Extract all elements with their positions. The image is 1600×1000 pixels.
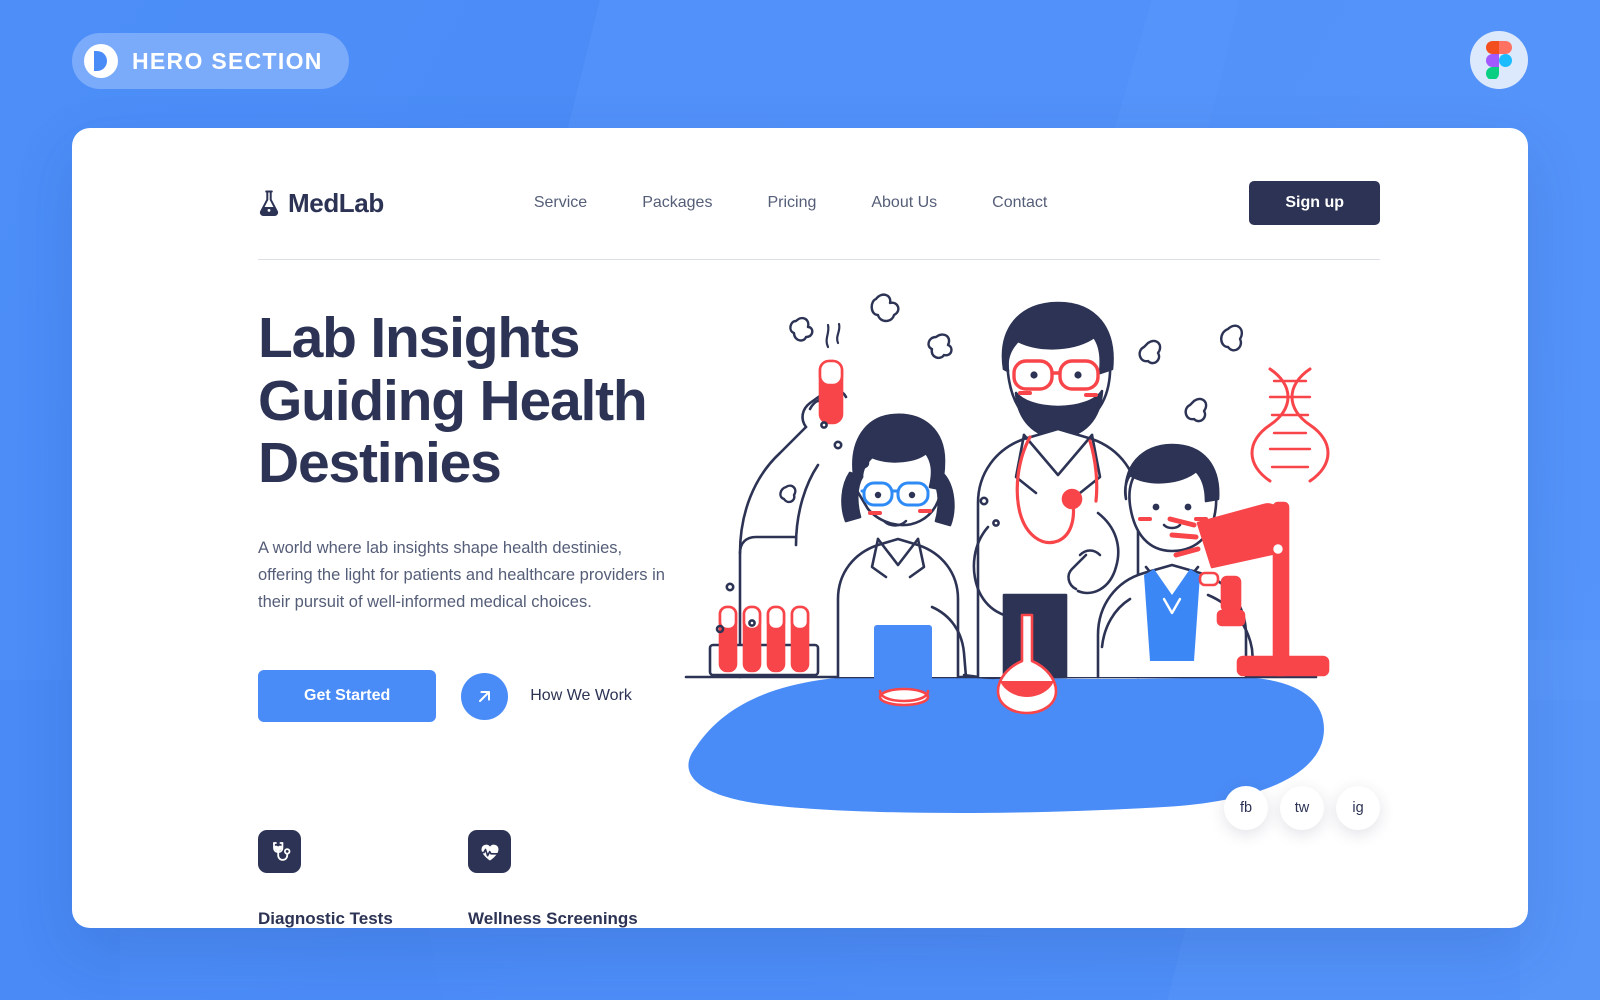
arrow-up-right-icon bbox=[479, 690, 491, 702]
figma-glyph bbox=[1486, 41, 1512, 79]
heart-pulse-icon bbox=[468, 830, 511, 874]
figma-logo-icon bbox=[1470, 31, 1528, 89]
nav-divider bbox=[258, 259, 1380, 260]
hero-subcopy: A world where lab insights shape health … bbox=[258, 539, 665, 611]
hero-text-column: Lab Insights Guiding Health Destinies A … bbox=[258, 307, 678, 928]
headline-line-3: Destinies bbox=[258, 431, 502, 496]
cta-row: Get Started How We Work bbox=[258, 670, 678, 723]
hero-illustration-column bbox=[684, 293, 1380, 928]
hero-body: Lab Insights Guiding Health Destinies A … bbox=[258, 293, 1380, 928]
stethoscope-icon bbox=[258, 830, 301, 874]
social-links: fb tw ig bbox=[1224, 786, 1380, 830]
social-button-instagram[interactable]: ig bbox=[1336, 786, 1380, 830]
signup-button[interactable]: Sign up bbox=[1249, 181, 1380, 225]
feature-title: Diagnostic Tests bbox=[258, 909, 393, 928]
how-we-work-label[interactable]: How We Work bbox=[530, 687, 632, 705]
headline-line-2: Guiding Health bbox=[258, 368, 648, 433]
get-started-button[interactable]: Get Started bbox=[258, 670, 437, 723]
hero-card: MedLab Service Packages Pricing About Us… bbox=[72, 128, 1528, 928]
hero-badge-label: HERO SECTION bbox=[132, 47, 323, 74]
navbar: MedLab Service Packages Pricing About Us… bbox=[258, 168, 1380, 238]
flask-icon bbox=[259, 190, 279, 216]
nav-link-contact[interactable]: Contact bbox=[992, 194, 1047, 212]
how-we-work-button[interactable] bbox=[461, 672, 509, 720]
nav-link-pricing[interactable]: Pricing bbox=[767, 194, 816, 212]
circle-p-logo-icon bbox=[84, 44, 118, 78]
social-button-facebook[interactable]: fb bbox=[1224, 786, 1268, 830]
three-lab-scientists-illustration bbox=[684, 293, 1330, 813]
heart-pulse-glyph bbox=[478, 844, 500, 861]
nav-link-service[interactable]: Service bbox=[534, 194, 587, 212]
hero-section-badge: HERO SECTION bbox=[72, 33, 349, 89]
brand-logo[interactable]: MedLab bbox=[258, 188, 384, 219]
page-title: Lab Insights Guiding Health Destinies bbox=[258, 307, 678, 495]
nav-links: Service Packages Pricing About Us Contac… bbox=[534, 194, 1047, 212]
feature-list: Diagnostic Tests Provide a wide range of… bbox=[258, 830, 678, 928]
social-button-twitter[interactable]: tw bbox=[1280, 786, 1324, 830]
feature-card-wellness-screenings: Wellness Screenings Offer comprehensive … bbox=[468, 830, 678, 928]
headline-line-1: Lab Insights bbox=[258, 306, 580, 370]
feature-card-diagnostic-tests: Diagnostic Tests Provide a wide range of… bbox=[258, 830, 468, 928]
nav-link-about-us[interactable]: About Us bbox=[871, 194, 937, 212]
stethoscope-glyph bbox=[272, 841, 290, 861]
feature-title: Wellness Screenings bbox=[468, 909, 638, 928]
nav-link-packages[interactable]: Packages bbox=[642, 194, 712, 212]
card-content: MedLab Service Packages Pricing About Us… bbox=[258, 168, 1380, 928]
brand-name: MedLab bbox=[288, 187, 384, 218]
